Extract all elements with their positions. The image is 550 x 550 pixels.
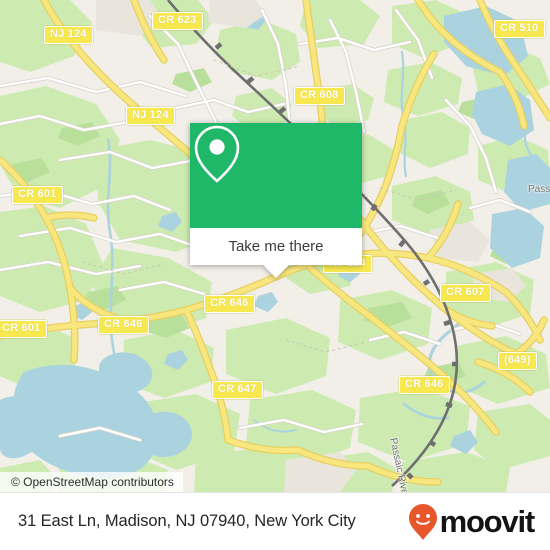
footer-bar: 31 East Ln, Madison, NJ 07940, New York … [0, 492, 550, 550]
road-shield[interactable]: CR 646 [98, 316, 149, 334]
moovit-smiley-pin-icon [408, 503, 437, 540]
road-shield[interactable]: (649) [498, 352, 537, 370]
map-pin-icon [194, 125, 240, 183]
address-label: 31 East Ln, Madison, NJ 07940, New York … [18, 512, 356, 530]
map-canvas[interactable]: NJ 124 CR 623 CR 510 CR 608 NJ 124 CR 60… [0, 0, 550, 492]
callout-action-area[interactable]: Take me there [190, 228, 362, 265]
destination-callout[interactable]: Take me there [190, 123, 362, 278]
road-shield[interactable]: CR 647 [212, 381, 263, 399]
map-screenshot: NJ 124 CR 623 CR 510 CR 608 NJ 124 CR 60… [0, 0, 550, 550]
road-shield[interactable]: CR 646 [399, 376, 450, 394]
road-shield[interactable]: CR 607 [440, 284, 491, 302]
road-shield[interactable]: CR 601 [0, 320, 47, 338]
road-shield[interactable]: NJ 124 [126, 107, 175, 125]
road-shield[interactable]: NJ 124 [44, 26, 93, 44]
moovit-wordmark: moovit [439, 504, 536, 539]
road-shield[interactable]: CR 510 [494, 20, 545, 38]
take-me-there-label: Take me there [228, 238, 324, 255]
road-shield[interactable]: CR 623 [152, 12, 203, 30]
water-label: Pass [528, 184, 550, 195]
osm-attribution[interactable]: © OpenStreetMap contributors [0, 472, 183, 492]
road-shield[interactable]: CR 646 [204, 295, 255, 313]
road-shield[interactable]: CR 608 [294, 87, 345, 105]
moovit-logo[interactable]: moovit [408, 503, 536, 541]
callout-image-area [190, 123, 362, 228]
road-shield[interactable]: CR 601 [12, 186, 63, 204]
callout-pointer [263, 265, 289, 278]
